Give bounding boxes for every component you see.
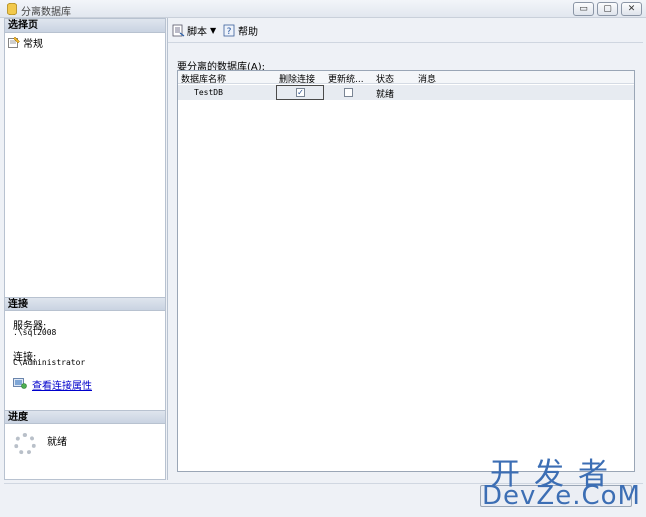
column-header-name[interactable]: 数据库名称: [181, 72, 226, 85]
close-button[interactable]: ✕: [621, 2, 642, 16]
help-label: 帮助: [238, 27, 258, 38]
script-label: 脚本: [187, 27, 207, 38]
select-page-header: 选择页: [5, 19, 165, 33]
minimize-button[interactable]: ▭: [573, 2, 594, 16]
server-value: .\sql2008: [13, 328, 57, 337]
help-button[interactable]: ? 帮助: [223, 23, 258, 38]
connection-header: 连接: [5, 297, 165, 311]
page-item-label: 常规: [23, 38, 43, 50]
help-icon: ?: [223, 24, 235, 37]
script-icon: [172, 24, 185, 37]
databases-grid[interactable]: 数据库名称 删除连接 更新统... 状态 消息 TestDB ✓ 就绪: [177, 70, 635, 472]
toolbar: 脚本 ▼ ? 帮助: [168, 18, 643, 43]
grid-header: 数据库名称 删除连接 更新统... 状态 消息: [178, 71, 634, 85]
page-icon: [8, 36, 20, 48]
column-header-update-stats[interactable]: 更新统...: [328, 72, 364, 85]
database-icon: [7, 3, 17, 15]
column-header-drop-connections[interactable]: 删除连接: [279, 72, 315, 85]
connection-properties-icon: [13, 378, 27, 389]
svg-text:?: ?: [227, 27, 232, 37]
progress-header: 进度: [5, 410, 165, 424]
main-panel: 脚本 ▼ ? 帮助 要分离的数据库(A): 数据库名称 删除连接 更新统... …: [167, 18, 643, 480]
script-button[interactable]: 脚本: [172, 23, 207, 38]
page-item-general[interactable]: 常规: [8, 35, 43, 50]
script-dropdown-arrow-icon[interactable]: ▼: [210, 23, 216, 38]
column-header-status[interactable]: 状态: [376, 72, 394, 85]
left-panel: 选择页 常规 连接 服务器: .\sql2008 连接: C\Administr…: [4, 18, 166, 480]
watermark: 开发者 DevZe.CoM: [480, 449, 640, 515]
table-row[interactable]: TestDB ✓ 就绪: [178, 85, 634, 100]
view-connection-properties-link[interactable]: 查看连接属性: [32, 377, 92, 392]
database-name-cell: TestDB: [194, 88, 223, 97]
column-header-message[interactable]: 消息: [418, 72, 436, 85]
maximize-button[interactable]: ▢: [597, 2, 618, 16]
connection-value: C\Administrator: [13, 358, 86, 367]
progress-status: 就绪: [47, 437, 67, 448]
watermark-line2: DevZe.CoM: [482, 481, 641, 511]
title-bar: 分离数据库 ▭ ▢ ✕: [0, 0, 646, 18]
progress-spinner-icon: [14, 433, 36, 455]
status-cell: 就绪: [376, 90, 395, 100]
window-title: 分离数据库: [21, 7, 71, 18]
update-stats-checkbox[interactable]: [344, 88, 353, 97]
progress-body: 就绪: [5, 425, 165, 479]
drop-connections-checkbox[interactable]: ✓: [296, 88, 305, 97]
